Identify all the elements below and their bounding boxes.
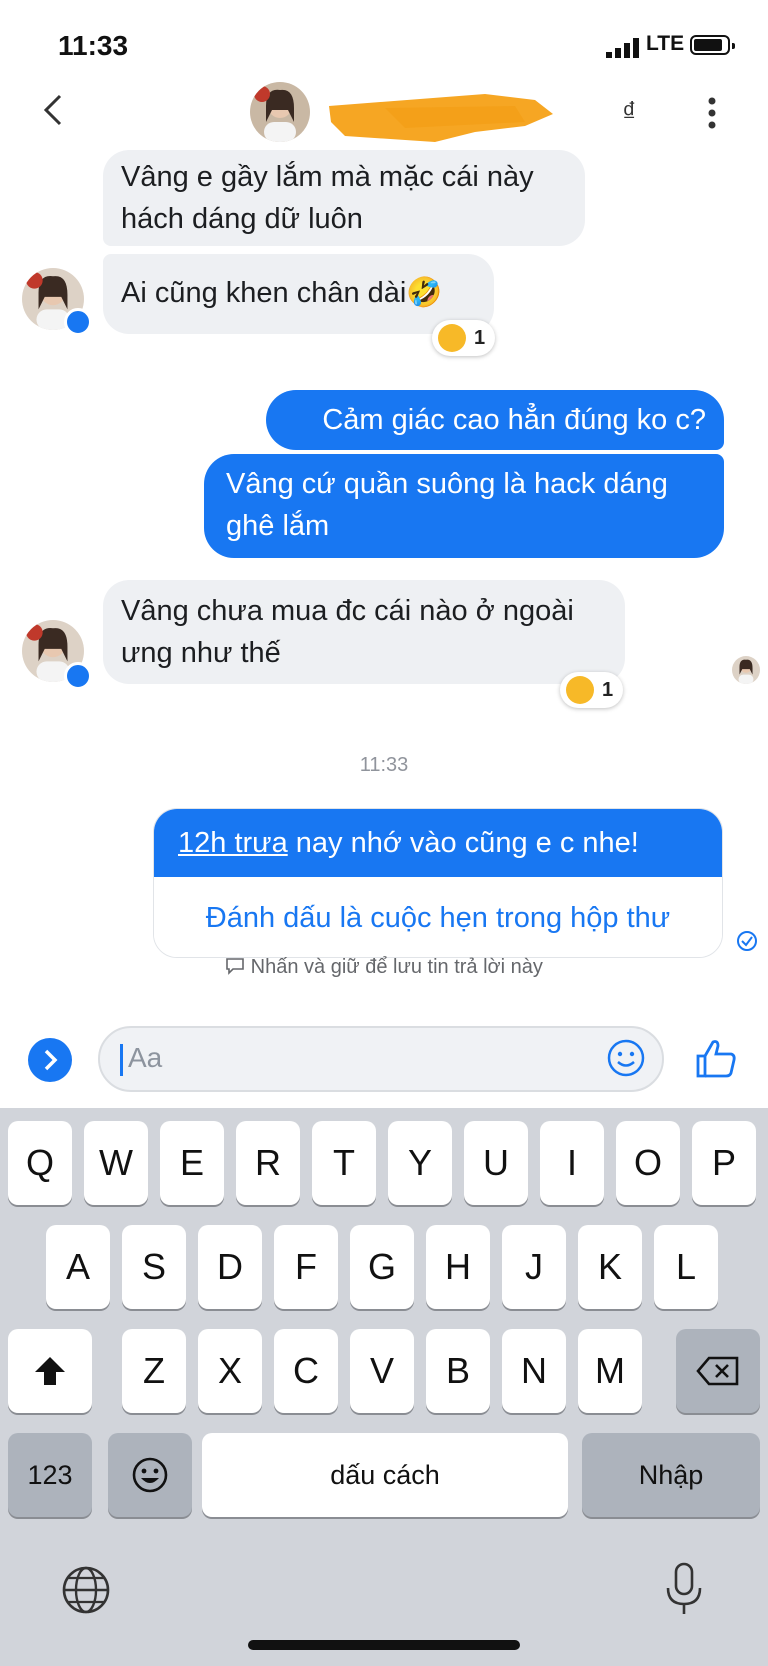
key-s[interactable]: S bbox=[122, 1225, 186, 1309]
key-w[interactable]: W bbox=[84, 1121, 148, 1205]
key-z[interactable]: Z bbox=[122, 1329, 186, 1413]
backspace-key[interactable] bbox=[676, 1329, 760, 1413]
key-p[interactable]: P bbox=[692, 1121, 756, 1205]
sent-check-icon bbox=[737, 931, 757, 951]
home-indicator bbox=[248, 1640, 520, 1650]
key-o[interactable]: O bbox=[616, 1121, 680, 1205]
key-l[interactable]: L bbox=[654, 1225, 718, 1309]
key-c[interactable]: C bbox=[274, 1329, 338, 1413]
key-b[interactable]: B bbox=[426, 1329, 490, 1413]
key-j[interactable]: J bbox=[502, 1225, 566, 1309]
key-f[interactable]: F bbox=[274, 1225, 338, 1309]
heart-eyes-emoji-icon bbox=[566, 676, 594, 704]
emoji-keyboard-key[interactable] bbox=[108, 1433, 192, 1517]
appointment-message[interactable]: 12h trưa nay nhớ vào cũng e c nhe! Đánh … bbox=[153, 808, 723, 958]
reaction-badge[interactable]: 1 bbox=[560, 672, 624, 708]
key-d[interactable]: D bbox=[198, 1225, 262, 1309]
backspace-icon bbox=[696, 1356, 739, 1386]
key-a[interactable]: A bbox=[46, 1225, 110, 1309]
space-key[interactable]: dấu cách bbox=[202, 1433, 568, 1517]
read-receipt-avatar bbox=[732, 656, 760, 684]
expand-actions-button[interactable] bbox=[28, 1038, 72, 1082]
key-q[interactable]: Q bbox=[8, 1121, 72, 1205]
signal-icon bbox=[606, 38, 639, 58]
shift-key[interactable] bbox=[8, 1329, 92, 1413]
more-vertical-icon[interactable] bbox=[700, 96, 724, 130]
message-bubble-sent[interactable]: Cảm giác cao hẳn đúng ko c? bbox=[266, 390, 724, 450]
chevron-left-icon[interactable] bbox=[36, 90, 70, 130]
globe-icon[interactable] bbox=[60, 1564, 112, 1616]
emoji-icon[interactable] bbox=[606, 1038, 646, 1078]
shift-arrow-icon bbox=[35, 1357, 65, 1385]
save-reply-hint: Nhấn và giữ để lưu tin trả lời này bbox=[0, 956, 768, 979]
message-bubble-received[interactable]: Ai cũng khen chân dài🤣 bbox=[103, 254, 494, 334]
battery-icon bbox=[690, 35, 735, 55]
reaction-badge[interactable]: 1 bbox=[432, 320, 496, 356]
key-v[interactable]: V bbox=[350, 1329, 414, 1413]
reaction-count: 1 bbox=[602, 678, 614, 701]
emoji-face-icon bbox=[132, 1457, 168, 1493]
currency-icon[interactable]: ₫ bbox=[622, 96, 636, 128]
time-link[interactable]: 12h trưa bbox=[178, 827, 288, 859]
thumbs-up-icon[interactable] bbox=[694, 1036, 738, 1080]
message-input[interactable]: Aa bbox=[98, 1026, 664, 1092]
key-x[interactable]: X bbox=[198, 1329, 262, 1413]
appointment-message-text[interactable]: 12h trưa nay nhớ vào cũng e c nhe! bbox=[154, 809, 722, 877]
keyboard: Q W E R T Y U I O P A S D F G H J K L Z … bbox=[0, 1108, 768, 1666]
key-k[interactable]: K bbox=[578, 1225, 642, 1309]
messenger-badge-icon bbox=[64, 662, 92, 690]
text-caret bbox=[120, 1044, 123, 1076]
key-n[interactable]: N bbox=[502, 1329, 566, 1413]
key-e[interactable]: E bbox=[160, 1121, 224, 1205]
heart-eyes-emoji-icon bbox=[438, 324, 466, 352]
status-time: 11:33 bbox=[58, 30, 129, 61]
key-g[interactable]: G bbox=[350, 1225, 414, 1309]
contact-avatar[interactable] bbox=[250, 82, 310, 142]
message-input-placeholder: Aa bbox=[128, 1042, 163, 1073]
key-u[interactable]: U bbox=[464, 1121, 528, 1205]
key-h[interactable]: H bbox=[426, 1225, 490, 1309]
message-timestamp: 11:33 bbox=[359, 754, 409, 776]
message-bubble-received[interactable]: Vâng e gầy lắm mà mặc cái này hách dáng … bbox=[103, 150, 585, 246]
key-i[interactable]: I bbox=[540, 1121, 604, 1205]
key-m[interactable]: M bbox=[578, 1329, 642, 1413]
key-y[interactable]: Y bbox=[388, 1121, 452, 1205]
messenger-badge-icon bbox=[64, 308, 92, 336]
message-bubble-received[interactable]: Vâng chưa mua đc cái nào ở ngoài ưng như… bbox=[103, 580, 625, 684]
message-bubble-sent[interactable]: Vâng cứ quần suông là hack dáng ghê lắm bbox=[204, 454, 724, 558]
mark-appointment-button[interactable]: Đánh dấu là cuộc hẹn trong hộp thư bbox=[154, 877, 722, 957]
numbers-key[interactable]: 123 bbox=[8, 1433, 92, 1517]
speech-bubble-icon bbox=[226, 958, 244, 975]
microphone-icon[interactable] bbox=[662, 1560, 706, 1620]
redacted-name-block bbox=[329, 94, 553, 142]
return-key[interactable]: Nhập bbox=[582, 1433, 760, 1517]
key-r[interactable]: R bbox=[236, 1121, 300, 1205]
network-label: LTE bbox=[646, 32, 685, 55]
key-t[interactable]: T bbox=[312, 1121, 376, 1205]
reaction-count: 1 bbox=[474, 326, 486, 349]
chevron-right-icon bbox=[44, 1049, 58, 1071]
